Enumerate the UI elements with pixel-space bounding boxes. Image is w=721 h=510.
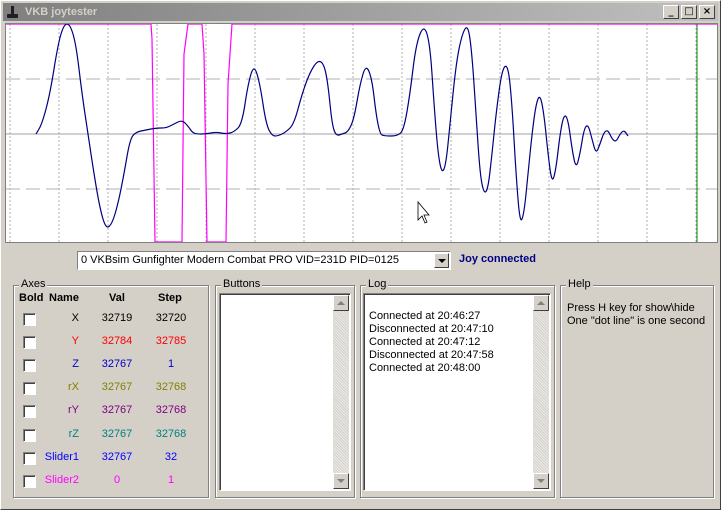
axes-group-title: Axes: [19, 278, 48, 290]
window-title: VKB joytester: [25, 6, 98, 18]
help-line-1: Press H key for show\hide: [567, 302, 695, 314]
joystick-icon: [6, 5, 20, 19]
axis-step: 32: [164, 451, 178, 463]
scroll-down-icon[interactable]: [333, 473, 349, 489]
axis-step: 32785: [155, 335, 187, 347]
axis-value: 32767: [101, 404, 133, 416]
axis-value: 32784: [101, 335, 133, 347]
axis-value: 32767: [101, 428, 133, 440]
axis-name: Slider1: [44, 451, 79, 463]
axis-name: rZ: [68, 428, 79, 440]
axis-name: rY: [68, 404, 79, 416]
axes-header-bold: Bold: [19, 292, 44, 304]
title-bar[interactable]: VKB joytester _ □ ×: [3, 3, 718, 21]
axis-step: 32768: [155, 428, 187, 440]
axis-plot: [5, 23, 718, 243]
axis-value: 32719: [101, 312, 133, 324]
scroll-up-icon[interactable]: [533, 295, 549, 311]
axis-name: Y: [71, 335, 79, 347]
axis-step: 32768: [155, 381, 187, 393]
log-entry: Connected at 20:46:27: [369, 310, 481, 322]
device-select-value: 0 VKBsim Gunfighter Modern Combat PRO VI…: [81, 254, 399, 266]
axis-name: Slider2: [44, 474, 79, 486]
minimize-icon[interactable]: _: [663, 5, 679, 19]
app-window: VKB joytester _ □ × 0 VKBsim Gunfighter …: [0, 0, 721, 510]
axis-value: 32767: [101, 358, 133, 370]
help-line-2: One "dot line" is one second: [567, 315, 706, 327]
device-select[interactable]: 0 VKBsim Gunfighter Modern Combat PRO VI…: [77, 251, 451, 270]
help-group: Help Press H key for show\hide One "dot …: [560, 278, 714, 498]
close-icon[interactable]: ×: [699, 5, 715, 19]
axes-header-val: Val: [109, 292, 125, 304]
axis-name: rX: [68, 381, 79, 393]
cursor-icon: [417, 200, 430, 224]
axis-name: Z: [72, 358, 79, 370]
axis-step: 1: [167, 474, 175, 486]
buttons-group-title: Buttons: [221, 278, 263, 290]
axis-step: 1: [167, 358, 175, 370]
scroll-up-icon[interactable]: [333, 295, 349, 311]
log-entry: Connected at 20:47:12: [369, 336, 481, 348]
log-entry: Disconnected at 20:47:58: [369, 349, 494, 361]
x-axis-trace: [35, 24, 629, 228]
axis-step: 32768: [155, 404, 187, 416]
scroll-down-icon[interactable]: [533, 473, 549, 489]
buttons-scrollbar[interactable]: [333, 295, 349, 489]
log-group-title: Log: [366, 278, 389, 290]
help-group-title: Help: [566, 278, 593, 290]
axes-header-step: Step: [158, 292, 182, 304]
axis-value: 32767: [101, 381, 133, 393]
axis-value: 0: [113, 474, 121, 486]
axis-value: 32767: [101, 451, 133, 463]
log-entry: Disconnected at 20:47:10: [369, 323, 494, 335]
buttons-list[interactable]: [219, 293, 351, 491]
axes-header-name: Name: [49, 292, 79, 304]
maximize-icon[interactable]: □: [681, 5, 697, 19]
connection-status: Joy connected: [459, 253, 537, 265]
log-list[interactable]: Connected at 20:46:27 Disconnected at 20:…: [363, 293, 551, 491]
axis-name: X: [71, 312, 79, 324]
chevron-down-icon[interactable]: [434, 253, 449, 268]
y-axis-trace: [6, 24, 717, 242]
log-scrollbar[interactable]: [533, 295, 549, 489]
axis-plot-canvas: [6, 24, 717, 242]
axis-step: 32720: [155, 312, 187, 324]
log-entry: Connected at 20:48:00: [369, 362, 481, 374]
